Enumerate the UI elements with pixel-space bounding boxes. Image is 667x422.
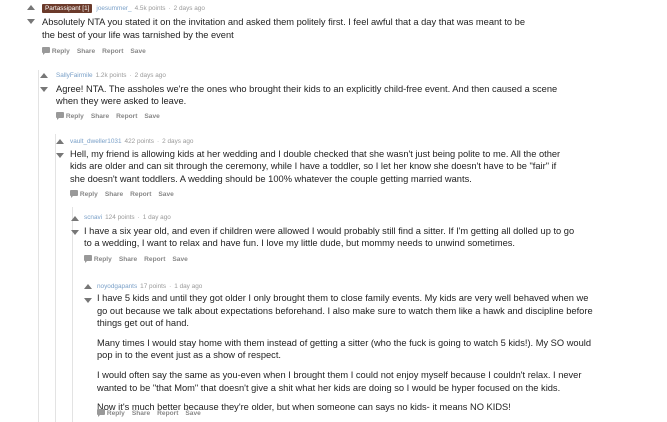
timestamp: 2 days ago [162, 138, 194, 145]
user-flair: Partassipant [1] [42, 4, 93, 13]
upvote-arrow-icon[interactable] [56, 139, 64, 144]
points: 4.5k points [134, 5, 166, 12]
points: 422 points [124, 138, 155, 145]
comment-text-line: Agree! NTA. The assholes we're the ones … [56, 84, 558, 94]
comment-meta: scnavi 124 points · 1 day ago [84, 214, 171, 221]
comment-bubble-icon [84, 255, 92, 263]
comment-body: I have a six year old, and even if child… [84, 225, 649, 250]
comment-bubble-icon [42, 47, 50, 55]
thread-line [38, 70, 39, 422]
comment-text-line: Many times I would stay home with them i… [97, 337, 591, 348]
timestamp: 1 day ago [174, 283, 203, 290]
reply-button[interactable]: Reply [84, 255, 112, 263]
comment-text-line: go out because we talk about expectation… [97, 305, 593, 316]
share-button[interactable]: Share [119, 256, 137, 263]
downvote-arrow-icon[interactable] [84, 298, 92, 303]
save-button[interactable]: Save [158, 191, 173, 198]
timestamp: 2 days ago [134, 72, 166, 79]
downvote-arrow-icon[interactable] [56, 153, 64, 158]
upvote-arrow-icon[interactable] [71, 216, 79, 221]
comment-text-line: Absolutely NTA you stated it on the invi… [42, 17, 526, 27]
comment-actions: Reply Share Report Save [42, 47, 146, 55]
author-link[interactable]: noyodgapants [97, 283, 137, 290]
comment-body: I have 5 kids and until they got older I… [97, 292, 657, 414]
share-button[interactable]: Share [77, 48, 95, 55]
comment-text-line: wanted to be "that Mom" that doesn't giv… [97, 382, 561, 393]
share-button[interactable]: Share [132, 410, 150, 417]
upvote-arrow-icon[interactable] [40, 73, 48, 78]
points: 1.2k points [95, 72, 127, 79]
reply-button[interactable]: Reply [42, 47, 70, 55]
author-link[interactable]: SallyFairmile [56, 72, 93, 79]
author-link[interactable]: vault_dweller1031 [70, 138, 122, 145]
comment-text-line: pop in to the event just as a show of re… [97, 350, 281, 361]
comment-text-line: the best of your life was tarnished by t… [42, 30, 234, 40]
comment-text-line: Hell, my friend is allowing kids at her … [70, 149, 561, 159]
author-link[interactable]: scnavi [84, 214, 102, 221]
comment-body: Hell, my friend is allowing kids at her … [70, 148, 645, 185]
comment-body: Absolutely NTA you stated it on the invi… [42, 16, 602, 42]
comment-actions: Reply Share Report Save [70, 190, 174, 198]
report-button[interactable]: Report [116, 113, 137, 120]
reply-button[interactable]: Reply [97, 409, 125, 417]
comment-meta: vault_dweller1031 422 points · 2 days ago [70, 138, 194, 145]
share-button[interactable]: Share [105, 191, 123, 198]
downvote-arrow-icon[interactable] [71, 230, 79, 235]
report-button[interactable]: Report [144, 256, 165, 263]
report-button[interactable]: Report [102, 48, 123, 55]
upvote-arrow-icon[interactable] [84, 284, 92, 289]
comment-text-line: kids are older and can sit through the c… [70, 161, 557, 172]
comment-text-line: when they were asked to leave. [56, 96, 187, 107]
share-button[interactable]: Share [91, 113, 109, 120]
comment-text-line: I would often say the same as you-even w… [97, 369, 582, 380]
thread-line [72, 207, 73, 422]
comment-text-line: I have a six year old, and even if child… [84, 226, 575, 236]
comment-meta: noyodgapants 17 points · 1 day ago [97, 283, 203, 290]
save-button[interactable]: Save [130, 48, 145, 55]
comment-actions: Reply Share Report Save [56, 112, 160, 120]
comment-text-line: she doesn't want toddlers. A wedding sho… [70, 173, 472, 184]
points: 17 points [140, 283, 167, 290]
comment-actions: Reply Share Report Save [97, 409, 201, 417]
vote-controls [26, 5, 36, 24]
save-button[interactable]: Save [144, 113, 159, 120]
vote-controls [55, 139, 65, 158]
reply-button[interactable]: Reply [70, 190, 98, 198]
timestamp: 1 day ago [142, 214, 171, 221]
comment-bubble-icon [70, 190, 78, 198]
thread-line [55, 134, 56, 422]
upvote-arrow-icon[interactable] [27, 5, 35, 10]
save-button[interactable]: Save [185, 410, 200, 417]
comment-meta: SallyFairmile 1.2k points · 2 days ago [56, 72, 166, 79]
report-button[interactable]: Report [130, 191, 151, 198]
report-button[interactable]: Report [157, 410, 178, 417]
comment-meta: Partassipant [1] joesummer_ 4.5k points · 2 … [42, 4, 205, 13]
comment-text-line: things get out of hand. [97, 318, 190, 329]
reply-button[interactable]: Reply [56, 112, 84, 120]
comment-bubble-icon [56, 112, 64, 120]
downvote-arrow-icon[interactable] [40, 87, 48, 92]
points: 124 points [105, 214, 135, 221]
comment-body: Agree! NTA. The assholes we're the ones … [56, 83, 616, 108]
vote-controls [83, 284, 93, 303]
vote-controls [39, 73, 49, 92]
comment-actions: Reply Share Report Save [84, 255, 188, 263]
comment-text-line: I have 5 kids and until they got older I… [97, 293, 589, 303]
save-button[interactable]: Save [172, 256, 187, 263]
author-link[interactable]: joesummer_ [96, 5, 131, 12]
comment-bubble-icon [97, 409, 105, 417]
vote-controls [70, 216, 80, 235]
downvote-arrow-icon[interactable] [27, 19, 35, 24]
timestamp: 2 days ago [173, 5, 205, 12]
comment-text-line: to a wedding, I want to relax and have f… [84, 238, 515, 249]
